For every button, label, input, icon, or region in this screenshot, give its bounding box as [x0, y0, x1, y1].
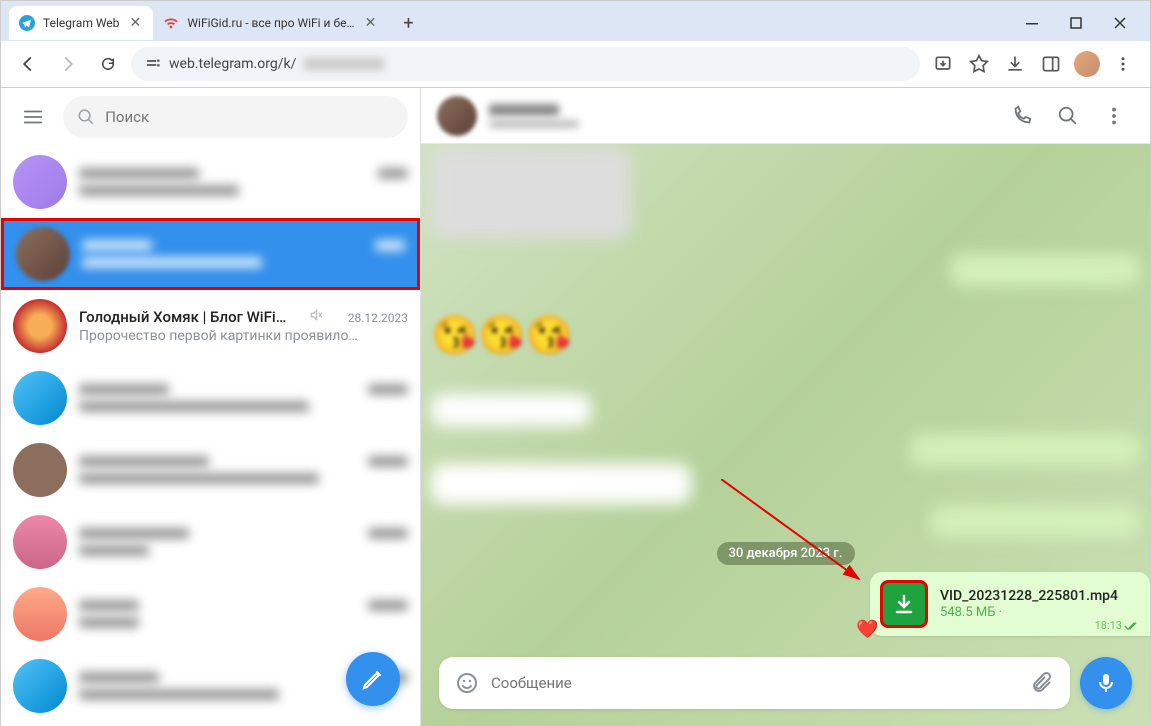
- avatar: [13, 443, 67, 497]
- tab-title: Telegram Web: [43, 16, 119, 30]
- menu-icon[interactable]: [1106, 47, 1140, 81]
- address-bar: web.telegram.org/k/: [1, 41, 1150, 87]
- browser-chrome: Telegram Web ✕ WiFiGid.ru - все про WiFi…: [1, 1, 1150, 88]
- download-icon[interactable]: [998, 47, 1032, 81]
- sidepanel-icon[interactable]: [1034, 47, 1068, 81]
- heart-reaction[interactable]: ❤️: [856, 619, 878, 640]
- chat-title: [489, 104, 559, 116]
- search-chat-button[interactable]: [1048, 96, 1088, 136]
- chat-title-box[interactable]: [489, 104, 990, 128]
- search-input[interactable]: [105, 108, 394, 126]
- avatar: [13, 299, 67, 353]
- menu-button[interactable]: [13, 97, 53, 137]
- chat-item[interactable]: [1, 506, 420, 578]
- download-file-button[interactable]: [880, 580, 928, 628]
- pencil-icon: [361, 667, 385, 691]
- close-icon[interactable]: ✕: [362, 15, 378, 31]
- file-message[interactable]: ❤️ VID_20231228_225801.mp4 548.5 МБ · 18…: [870, 572, 1150, 636]
- url-text: web.telegram.org/k/: [169, 56, 296, 72]
- avatar: [13, 371, 67, 425]
- more-button[interactable]: [1094, 96, 1134, 136]
- chat-list[interactable]: Голодный Хомяк | Блог WiFi… 28.12.2023 П…: [1, 146, 420, 726]
- chat-item[interactable]: [1, 434, 420, 506]
- blurred-message: [431, 148, 631, 238]
- bookmark-icon[interactable]: [962, 47, 996, 81]
- profile-avatar[interactable]: [1070, 47, 1104, 81]
- date-separator: 30 декабря 2023 г.: [716, 542, 854, 565]
- tab-telegram[interactable]: Telegram Web ✕: [9, 6, 153, 40]
- voice-button[interactable]: [1080, 657, 1132, 709]
- message-input-box[interactable]: [439, 657, 1070, 709]
- blurred-message: [950, 254, 1140, 286]
- chat-item-selected[interactable]: [1, 218, 420, 290]
- search-icon: [77, 107, 95, 127]
- emoji-button[interactable]: [453, 671, 481, 695]
- read-checks-icon: [1124, 621, 1140, 631]
- chat-subtitle: [489, 120, 579, 128]
- composer: [439, 654, 1132, 712]
- back-button[interactable]: [11, 47, 45, 81]
- sidebar: Голодный Хомяк | Блог WiFi… 28.12.2023 П…: [1, 88, 421, 726]
- chat-header: [421, 88, 1150, 144]
- tab-wifigid[interactable]: WiFiGid.ru - все про WiFi и бе… ✕: [153, 6, 388, 40]
- telegram-favicon: [19, 15, 35, 31]
- microphone-icon: [1094, 671, 1118, 695]
- new-tab-button[interactable]: +: [394, 9, 422, 37]
- avatar: [13, 155, 67, 209]
- call-button[interactable]: [1002, 96, 1042, 136]
- chat-time: 28.12.2023: [348, 311, 408, 325]
- download-icon: [892, 592, 916, 616]
- avatar: [13, 659, 67, 713]
- install-app-icon[interactable]: [926, 47, 960, 81]
- compose-button[interactable]: [346, 652, 400, 706]
- reload-button[interactable]: [91, 47, 125, 81]
- messages-area[interactable]: 😘😘😘 30 декабря 2023 г. ❤️ VID_20231228_2…: [421, 144, 1150, 654]
- tab-bar: Telegram Web ✕ WiFiGid.ru - все про WiFi…: [1, 1, 1150, 41]
- chat-item[interactable]: [1, 146, 420, 218]
- blurred-message: [431, 394, 591, 426]
- chat-item[interactable]: [1, 578, 420, 650]
- chat-name: Голодный Хомяк | Блог WiFi…: [79, 308, 286, 326]
- window-controls: [1010, 8, 1142, 38]
- minimize-button[interactable]: [1010, 8, 1054, 38]
- blurred-message: [910, 434, 1140, 466]
- url-input[interactable]: web.telegram.org/k/: [131, 47, 920, 81]
- avatar: [13, 587, 67, 641]
- attach-button[interactable]: [1028, 671, 1056, 695]
- chat-avatar[interactable]: [437, 96, 477, 136]
- blurred-message: [431, 464, 691, 504]
- chat-main: 😘😘😘 30 декабря 2023 г. ❤️ VID_20231228_2…: [421, 88, 1150, 726]
- annotation-arrow: [721, 479, 871, 589]
- maximize-button[interactable]: [1054, 8, 1098, 38]
- url-blurred: [304, 58, 384, 70]
- close-window-button[interactable]: [1098, 8, 1142, 38]
- forward-button[interactable]: [51, 47, 85, 81]
- message-time: 18:13: [1095, 619, 1140, 632]
- blurred-message: [930, 506, 1140, 538]
- file-name: VID_20231228_225801.mp4: [940, 588, 1140, 604]
- chat-item-hamster[interactable]: Голодный Хомяк | Блог WiFi… 28.12.2023 П…: [1, 290, 420, 362]
- avatar: [16, 227, 70, 281]
- close-icon[interactable]: ✕: [127, 15, 143, 31]
- chat-item[interactable]: [1, 362, 420, 434]
- chat-preview: Пророчество первой картинки проявило…: [79, 328, 408, 344]
- message-input[interactable]: [491, 674, 1018, 692]
- telegram-app: Голодный Хомяк | Блог WiFi… 28.12.2023 П…: [1, 88, 1150, 726]
- file-size: 548.5 МБ ·: [940, 605, 1140, 620]
- site-settings-icon: [145, 56, 161, 72]
- wifi-favicon: [163, 15, 179, 31]
- tab-title: WiFiGid.ru - все про WiFi и бе…: [187, 16, 354, 30]
- search-box[interactable]: [63, 96, 408, 138]
- mute-icon: [309, 308, 323, 322]
- avatar: [13, 515, 67, 569]
- sidebar-header: [1, 88, 420, 146]
- emoji-message: 😘😘😘: [431, 314, 573, 358]
